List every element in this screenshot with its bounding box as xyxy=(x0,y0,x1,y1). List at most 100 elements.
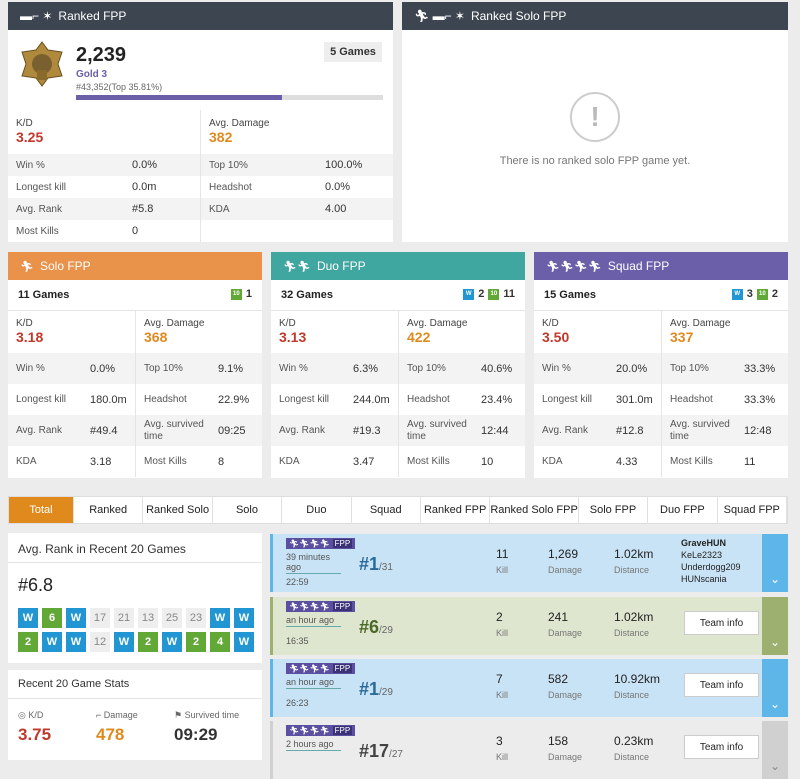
win-icon: W xyxy=(463,288,475,300)
stat-label: KDA xyxy=(16,456,37,467)
alert-icon: ! xyxy=(570,92,620,142)
ranked-stats: K/D 3.25 Avg. Damage 382 Win % 0.0% Top 10… xyxy=(8,110,393,242)
ranked-stat-row: Win % 0.0% xyxy=(8,154,200,176)
mode-label: FPP xyxy=(332,726,353,735)
expand-chevron-icon[interactable]: ⌄ xyxy=(762,597,788,655)
mode-header: 🏃︎🏃︎🏃︎🏃︎ Squad FPP xyxy=(534,252,788,280)
games-count: 32 Games xyxy=(281,289,333,301)
rank-total: /31 xyxy=(379,562,393,573)
team-member[interactable]: HUNscania xyxy=(681,573,741,585)
ranked-stat-row: KDA 4.00 xyxy=(200,198,393,220)
stat-row: Avg. survived time 09:25 xyxy=(135,415,262,446)
ranked-solo-title: Ranked Solo FPP xyxy=(470,9,567,23)
damage-label: Damage xyxy=(548,565,583,575)
stat-label: Most Kills xyxy=(670,455,713,467)
mode-card-solo-fpp: 🏃︎ Solo FPP 11 Games 10 1 K/D 3.18 Avg. Damage 3… xyxy=(8,252,262,478)
stat-value: 3.18 xyxy=(90,455,112,468)
kd-value: 3.13 xyxy=(279,329,307,345)
rank-history-square: 23 xyxy=(186,608,206,628)
stat-value: 33.3% xyxy=(744,362,776,375)
stat-row: Avg. survived time 12:48 xyxy=(661,415,788,446)
stat-label: Avg. survived time xyxy=(407,418,467,442)
damage-cell: Avg. Damage 337 xyxy=(661,310,788,353)
stat-row: Top 10% 9.1% xyxy=(135,353,262,384)
rank-history-square: 17 xyxy=(90,608,110,628)
stat-label: Most Kills xyxy=(16,225,59,237)
stat-row: Top 10% 33.3% xyxy=(661,353,788,384)
stat-row: Win % 6.3% xyxy=(271,353,398,384)
win-badges: 10 1 xyxy=(230,288,252,300)
recent-damage-value: 478 xyxy=(96,725,125,744)
stat-value: 0.0m xyxy=(132,181,157,193)
squad-icon: 🏃︎🏃︎🏃︎🏃︎ xyxy=(289,602,330,611)
rank-total: /29 xyxy=(379,687,393,698)
tab-ranked-solo-fpp[interactable]: Ranked Solo FPP xyxy=(490,497,579,523)
expand-chevron-icon[interactable]: ⌄ xyxy=(762,534,788,592)
kills-label: Kill xyxy=(496,565,509,575)
team-info-button[interactable]: Team info xyxy=(684,673,759,697)
game-row[interactable]: 🏃︎🏃︎🏃︎🏃︎ FPP an hour ago 16:35 #6/29 2 Kill 241… xyxy=(270,597,788,655)
stat-row: Win % 0.0% xyxy=(8,353,135,384)
game-row[interactable]: 🏃︎🏃︎🏃︎🏃︎ FPP 2 hours ago #17/27 3 Kill 158 Dama… xyxy=(270,721,788,779)
win-badges: W 3 10 2 xyxy=(731,288,778,300)
stat-label: Avg. survived time xyxy=(670,418,730,442)
kd-label: K/D xyxy=(16,318,33,329)
avg-rank-value: #6.8 xyxy=(18,575,54,595)
expand-chevron-icon[interactable]: ⌄ xyxy=(762,659,788,717)
game-row[interactable]: 🏃︎🏃︎🏃︎🏃︎ FPP an hour ago 26:23 #1/29 7 Kill 582… xyxy=(270,659,788,717)
tab-solo[interactable]: Solo xyxy=(213,497,283,523)
tab-solo-fpp[interactable]: Solo FPP xyxy=(579,497,649,523)
tab-total[interactable]: Total xyxy=(9,497,74,523)
squad-icon: 🏃︎🏃︎🏃︎🏃︎ xyxy=(289,664,330,673)
stat-value: 6.3% xyxy=(353,362,379,375)
rank-total: /29 xyxy=(379,625,393,636)
stat-value: 23.4% xyxy=(481,393,513,406)
top10-icon: 10 xyxy=(756,288,768,300)
damage-label: Avg. Damage xyxy=(144,318,205,329)
stat-label: Avg. survived time xyxy=(144,418,204,442)
ranked-fpp-title: Ranked FPP xyxy=(58,9,127,23)
gun-icon: ⌐ xyxy=(96,710,104,720)
stat-value: 9.1% xyxy=(218,362,244,375)
damage-cell: Avg. Damage 422 xyxy=(398,310,525,353)
tab-ranked-fpp[interactable]: Ranked FPP xyxy=(421,497,491,523)
tab-duo[interactable]: Duo xyxy=(282,497,352,523)
ranked-solo-header: 🏃︎ ▬⌐ ✶ Ranked Solo FPP xyxy=(402,2,788,30)
game-duration: 22:59 xyxy=(286,577,309,587)
rank-value: #1 xyxy=(359,554,380,574)
stat-row: Headshot 22.9% xyxy=(135,384,262,415)
rank-value: #1 xyxy=(359,679,380,699)
runner-icon: 🏃︎🏃︎🏃︎🏃︎ xyxy=(546,260,602,273)
team-member[interactable]: GraveHUN xyxy=(681,537,741,549)
stat-label: Top 10% xyxy=(407,362,446,374)
team-member[interactable]: KeLe2323 xyxy=(681,549,741,561)
tab-squad-fpp[interactable]: Squad FPP xyxy=(718,497,787,523)
team-member[interactable]: Underdogg209 xyxy=(681,561,741,573)
stat-label: Top 10% xyxy=(209,159,248,171)
tab-squad[interactable]: Squad xyxy=(352,497,421,523)
stat-value: 33.3% xyxy=(744,393,776,406)
distance-label: Distance xyxy=(614,565,650,575)
team-info-button[interactable]: Team info xyxy=(684,611,759,635)
stat-label: Win % xyxy=(542,363,571,374)
rank-history-square: 6 xyxy=(42,608,62,628)
game-row[interactable]: 🏃︎🏃︎🏃︎🏃︎ FPP 39 minutes ago 22:59 #1/31 11 Kil… xyxy=(270,534,788,592)
mode-title: Squad FPP xyxy=(607,259,670,273)
win-badges: W 2 10 11 xyxy=(463,288,515,300)
tab-duo-fpp[interactable]: Duo FPP xyxy=(648,497,718,523)
target-icon: ◎ xyxy=(18,710,29,720)
team-info-button[interactable]: Team info xyxy=(684,735,759,759)
rank-history-square: 13 xyxy=(138,608,158,628)
tab-ranked[interactable]: Ranked xyxy=(74,497,144,523)
stat-label: Most Kills xyxy=(407,455,450,467)
kills-value: 7 xyxy=(496,672,503,686)
expand-chevron-icon[interactable]: ⌄ xyxy=(762,721,788,779)
damage-label: Avg. Damage xyxy=(209,118,270,129)
stat-label: Top 10% xyxy=(670,362,709,374)
survived-stat-label: ⚑ Survived time xyxy=(174,710,239,721)
rank-history-square: W xyxy=(66,632,86,652)
stat-label: Avg. Rank xyxy=(16,425,62,436)
tab-ranked-solo[interactable]: Ranked Solo xyxy=(143,497,213,523)
distance-label: Distance xyxy=(614,752,650,762)
kills-label: Kill xyxy=(496,628,509,638)
